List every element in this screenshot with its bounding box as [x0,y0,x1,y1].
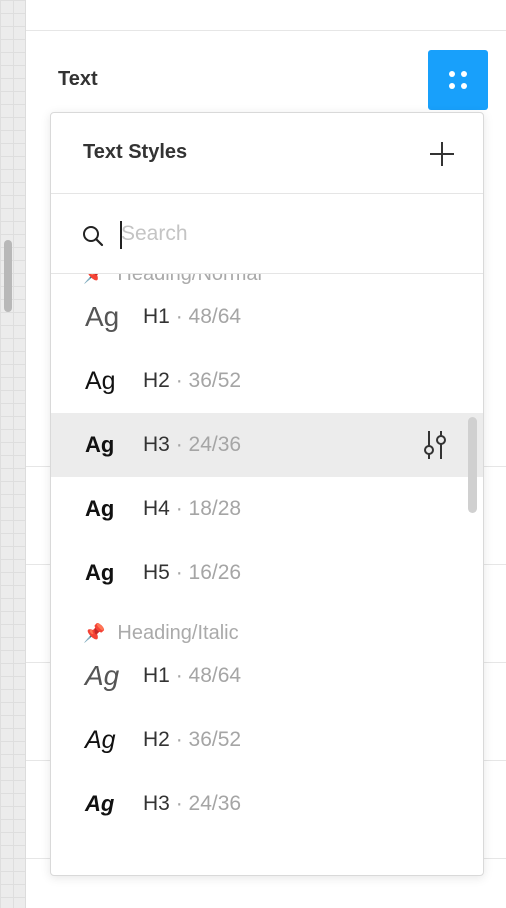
style-label: H3 · 24/36 [143,433,241,457]
separator: · [169,497,189,520]
style-label: H1 · 48/64 [143,305,241,329]
style-metric: 24/36 [188,792,242,815]
style-row-h4[interactable]: Ag H4 · 18/28 [51,477,483,541]
dropdown-header: Text Styles [51,113,483,194]
style-name: H2 [143,728,170,751]
style-name: H3 [143,433,170,456]
dropdown-title: Text Styles [83,141,188,163]
style-name: H2 [143,369,170,392]
style-name: H3 [143,792,170,815]
separator: · [169,664,189,687]
style-name: H1 [143,664,170,687]
style-row-h2[interactable]: Ag H2 · 36/52 [51,349,483,413]
style-metric: 24/36 [188,433,242,456]
style-preview: Ag [85,301,120,332]
style-metric: 36/52 [188,369,242,392]
pin-icon: 📌 [83,622,106,643]
adjust-sliders-icon[interactable] [421,429,449,461]
separator: · [169,369,189,392]
text-section-title: Text [58,68,98,90]
style-preview: Ag [85,560,115,585]
text-styles-button[interactable] [428,50,488,110]
style-row-h1[interactable]: Ag H1 · 48/64 [51,644,483,708]
canvas-area [0,0,26,908]
style-metric: 18/28 [188,497,242,520]
style-metric: 16/26 [188,561,242,584]
list-scrollbar[interactable] [468,417,477,513]
style-row-h5[interactable]: Ag H5 · 16/26 [51,541,483,605]
search-input[interactable] [119,216,421,252]
style-metric: 48/64 [188,305,242,328]
search-bar [51,194,483,274]
style-row-h1[interactable]: Ag H1 · 48/64 [51,285,483,349]
separator: · [169,561,189,584]
separator: · [169,792,189,815]
style-label: H3 · 24/36 [143,792,241,816]
style-name: H5 [143,561,170,584]
group-name: Heading/Italic [117,621,239,644]
style-name: H4 [143,497,170,520]
text-caret [120,221,122,249]
panel-divider [26,30,506,31]
style-preview: Ag [85,366,116,395]
style-label: H2 · 36/52 [143,728,241,752]
canvas-scrollbar[interactable] [4,240,12,312]
style-preview: Ag [85,496,115,521]
style-row-h2[interactable]: Ag H2 · 36/52 [51,708,483,772]
add-style-button[interactable] [427,139,457,169]
style-preview: Ag [85,432,115,457]
separator: · [169,728,189,751]
style-preview: Ag [85,660,120,691]
style-row-h3[interactable]: Ag H3 · 24/36 [51,772,483,836]
style-name: H1 [143,305,170,328]
separator: · [169,433,189,456]
style-preview: Ag [85,725,116,754]
style-label: H4 · 18/28 [143,497,241,521]
search-icon [83,226,104,247]
style-label: H5 · 16/26 [143,561,241,585]
text-styles-dropdown: Text Styles 📌Heading/NormalAgH1 · 48/64A… [50,112,484,876]
style-preview: Ag [85,791,115,816]
style-metric: 36/52 [188,728,242,751]
style-metric: 48/64 [188,664,242,687]
style-row-h3[interactable]: Ag H3 · 24/36 [51,413,483,477]
pin-icon: 📌 [83,274,105,285]
style-list: 📌Heading/NormalAgH1 · 48/64AgH2 · 36/52A… [51,274,483,875]
separator: · [169,305,189,328]
style-label: H2 · 36/52 [143,369,241,393]
style-label: H1 · 48/64 [143,664,241,688]
group-name: Heading/Normal [117,274,262,286]
